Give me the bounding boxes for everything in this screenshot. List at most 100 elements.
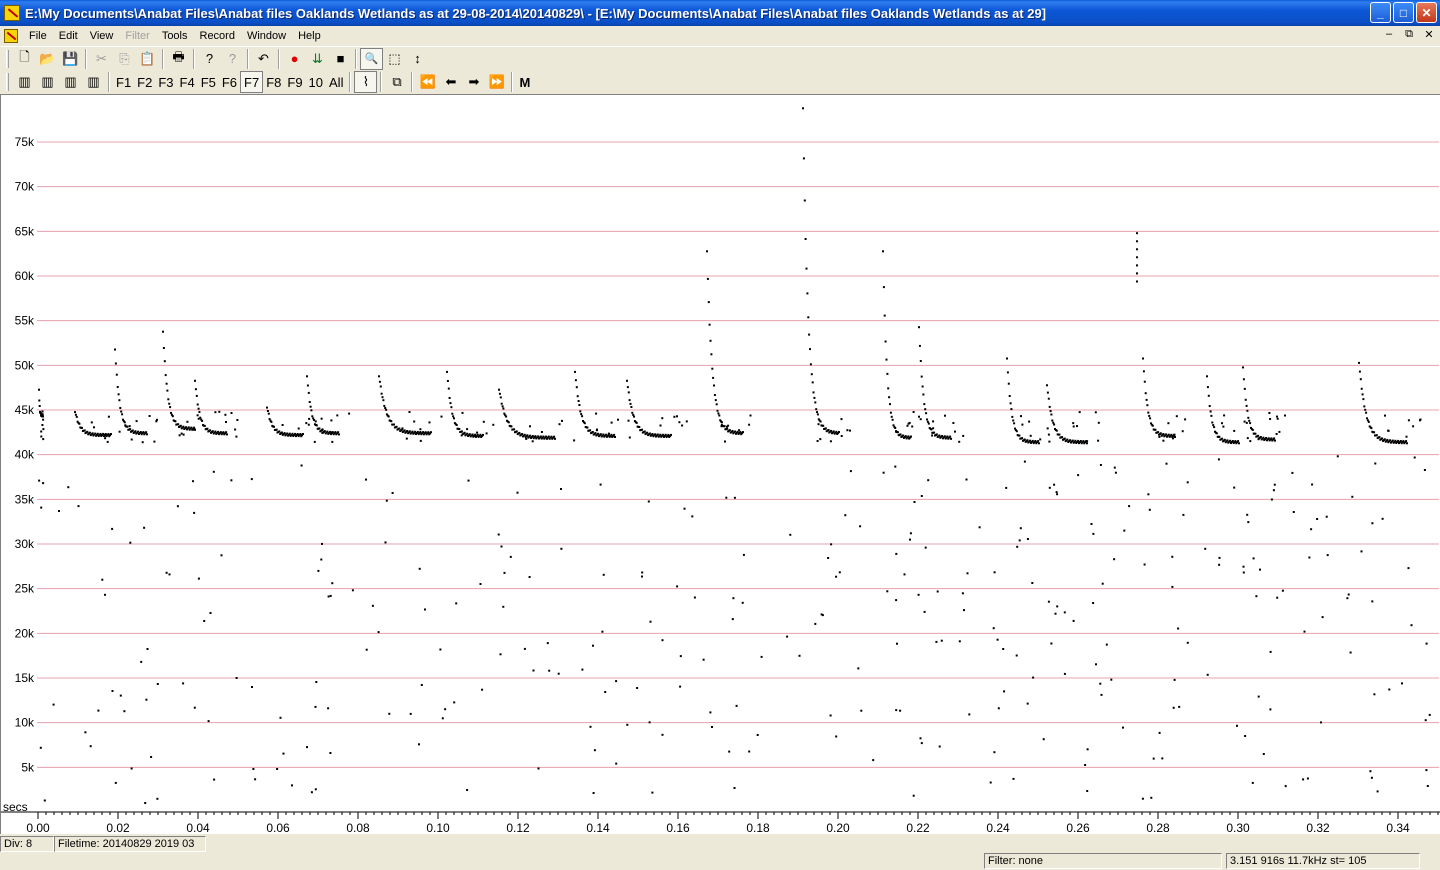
- noise-dot: [1172, 437, 1174, 440]
- toolbar-separator: [247, 48, 249, 69]
- zoom-icon[interactable]: 🔍: [360, 47, 383, 70]
- noise-dot: [756, 734, 759, 736]
- document-icon[interactable]: [4, 29, 18, 43]
- noise-dot: [42, 438, 45, 441]
- first-file-icon[interactable]: ⏪: [416, 71, 439, 93]
- f10-button[interactable]: 10: [306, 71, 326, 93]
- all-button[interactable]: All: [326, 71, 346, 93]
- noise-dot: [1186, 481, 1189, 484]
- menu-window[interactable]: Window: [241, 30, 292, 42]
- noise-dot: [1054, 612, 1057, 615]
- menu-file[interactable]: File: [23, 30, 53, 42]
- anabat-app-icon[interactable]: [4, 5, 20, 21]
- menu-filter[interactable]: Filter: [119, 30, 155, 42]
- copy-icon[interactable]: ⎘: [113, 48, 136, 70]
- new-file-icon[interactable]: 🗋: [13, 48, 36, 70]
- call-pulse-dot: [1082, 440, 1085, 443]
- call-pulse-dot: [315, 424, 318, 427]
- call-pulse-dot: [121, 413, 124, 416]
- f3-button[interactable]: F3: [155, 71, 176, 93]
- paste-icon[interactable]: 📋: [136, 48, 159, 70]
- call-pulse-dot: [815, 408, 818, 411]
- curve-view-icon[interactable]: ⌇: [354, 71, 378, 93]
- cut-icon[interactable]: ✂: [90, 48, 113, 70]
- toolbar-grip[interactable]: [6, 73, 9, 91]
- sonogram-view[interactable]: 5k 10k 15k 20k 25k 30k 35k 40k 45k 50k 55k 60k 65k 70…: [0, 94, 1440, 834]
- m-button[interactable]: M: [516, 71, 533, 93]
- compress-2-icon[interactable]: ▥: [36, 71, 59, 93]
- call-pulse-dot: [728, 429, 731, 432]
- overlay-icon[interactable]: ⧉: [385, 71, 408, 93]
- expand-vertical-icon[interactable]: ↕: [406, 48, 429, 70]
- f6-button[interactable]: F6: [219, 71, 240, 93]
- next-file-icon[interactable]: ➡: [462, 71, 485, 93]
- noise-dot: [919, 418, 922, 421]
- f9-button[interactable]: F9: [284, 71, 305, 93]
- noise-dot: [516, 491, 519, 494]
- call-pulse-dot: [411, 430, 414, 433]
- call-pulse-dot: [185, 426, 188, 429]
- undo-icon[interactable]: ↶: [252, 48, 275, 70]
- doc-restore-button[interactable]: ⧉: [1402, 28, 1416, 41]
- call-pulse-dot: [633, 415, 635, 418]
- toolbar-grip[interactable]: [6, 49, 9, 68]
- minimize-button[interactable]: _: [1370, 2, 1391, 23]
- close-button[interactable]: ✕: [1416, 2, 1437, 23]
- call-pulse-dot: [38, 388, 40, 391]
- call-pulse-dot: [1242, 366, 1244, 369]
- sonogram-chart[interactable]: 5k 10k 15k 20k 25k 30k 35k 40k 45k 50k 55k 60k 65k 70…: [1, 95, 1440, 834]
- maximize-button[interactable]: □: [1393, 2, 1414, 23]
- noise-dot: [525, 437, 528, 440]
- compress-8-icon[interactable]: ▥: [82, 71, 105, 93]
- call-pulse-dot: [539, 435, 542, 438]
- doc-close-button[interactable]: ✕: [1422, 28, 1436, 41]
- menu-tools[interactable]: Tools: [156, 30, 194, 42]
- f4-button[interactable]: F4: [177, 71, 198, 93]
- context-help-icon[interactable]: ?: [221, 48, 244, 70]
- f2-button[interactable]: F2: [134, 71, 155, 93]
- help-icon[interactable]: ?: [198, 48, 221, 70]
- noise-dot: [441, 717, 444, 720]
- noise-dot: [235, 677, 238, 679]
- noise-dot: [40, 435, 43, 438]
- noise-dot: [711, 726, 713, 728]
- noise-dot: [724, 440, 726, 443]
- noise-dot: [67, 486, 70, 489]
- f7-button[interactable]: F7: [240, 71, 264, 93]
- f8-button[interactable]: F8: [263, 71, 284, 93]
- call-pulse-dot: [378, 380, 381, 383]
- menu-record[interactable]: Record: [194, 30, 241, 42]
- stop-icon[interactable]: ■: [329, 48, 352, 70]
- noise-dot: [252, 768, 255, 770]
- last-file-icon[interactable]: ⏩: [485, 71, 508, 93]
- menu-view[interactable]: View: [84, 30, 120, 42]
- call-pulse-dot: [1391, 439, 1394, 442]
- f5-button[interactable]: F5: [198, 71, 219, 93]
- menu-help[interactable]: Help: [292, 30, 327, 42]
- record-icon[interactable]: ●: [283, 48, 306, 70]
- f1-button[interactable]: F1: [113, 71, 134, 93]
- noise-dot: [912, 411, 915, 413]
- noise-dot: [1026, 538, 1029, 540]
- menu-edit[interactable]: Edit: [53, 30, 84, 42]
- noise-dot: [636, 687, 639, 689]
- noise-dot: [1099, 682, 1102, 685]
- doc-minimize-button[interactable]: –: [1382, 28, 1396, 41]
- previous-file-icon[interactable]: ⬅: [439, 71, 462, 93]
- print-icon[interactable]: 🖶: [167, 48, 190, 70]
- compress-4-icon[interactable]: ▥: [59, 71, 82, 93]
- call-pulse-dot: [720, 421, 723, 424]
- call-pulse-dot: [430, 431, 432, 434]
- call-pulse-dot: [706, 250, 708, 253]
- download-icon[interactable]: ⇊: [306, 48, 329, 70]
- call-pulse-dot: [812, 391, 815, 394]
- open-folder-icon[interactable]: 📂: [36, 48, 59, 70]
- document-controls: – ⧉ ✕: [1382, 28, 1436, 41]
- noise-dot: [485, 432, 488, 435]
- call-pulse-dot: [266, 406, 268, 409]
- compress-1-icon[interactable]: ▥: [13, 71, 36, 93]
- call-pulse-dot: [813, 396, 816, 399]
- call-pulse-dot: [448, 397, 451, 399]
- select-rect-icon[interactable]: ⬚: [383, 48, 406, 70]
- save-icon[interactable]: 💾: [59, 48, 82, 70]
